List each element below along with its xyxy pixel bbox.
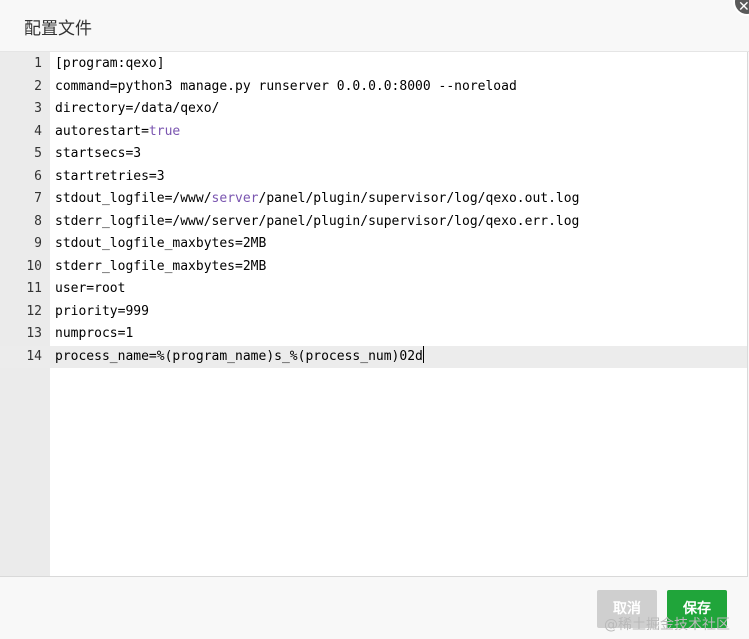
line-number: 10 [26,258,42,274]
code-line-8[interactable]: 8 stderr_logfile=/www/server/panel/plugi… [0,211,747,233]
line-number: 7 [34,191,42,206]
line-text: user=root [55,281,126,296]
code-line-13[interactable]: 13 numprocs=1 [0,323,747,345]
code-line-9[interactable]: 9 stdout_logfile_maxbytes=2MB [0,233,747,255]
code-segment: /panel/plugin/supervisor/log/qexo.out.lo… [258,191,580,206]
line-text: startretries=3 [55,168,165,184]
config-file-dialog: 配置文件 1 [program:qexo] 2 command=python3 … [0,0,749,639]
code-segment: process_name=%(program_name)s_%(process_… [55,349,423,364]
line-text: process_name=%(program_name)s_%(process_… [55,346,424,368]
close-icon: ✕ [738,0,749,14]
line-number: 2 [34,78,42,94]
code-line-2[interactable]: 2 command=python3 manage.py runserver 0.… [0,76,747,98]
line-number: 5 [34,146,42,161]
dialog-title: 配置文件 [24,19,92,39]
line-number: 3 [34,101,42,116]
line-number: 9 [34,236,42,251]
line-number: 4 [34,123,42,139]
line-text: stderr_logfile=/www/server/panel/plugin/… [55,213,580,229]
keyword-token: server [211,191,259,206]
code-key: autorestart= [55,123,149,139]
line-number: 6 [34,168,42,184]
code-line-6[interactable]: 6 startretries=3 [0,166,747,188]
line-number: 13 [26,326,42,341]
code-editor[interactable]: 1 [program:qexo] 2 command=python3 manag… [0,52,748,577]
code-line-4[interactable]: 4 autorestart=true [0,121,747,143]
code-line-7[interactable]: 7 stdout_logfile=/www/server/panel/plugi… [0,188,747,210]
code-line-12[interactable]: 12 priority=999 [0,301,747,323]
line-text: stdout_logfile_maxbytes=2MB [55,236,267,251]
watermark-text: @稀土掘金技术社区 [604,617,730,633]
line-text: autorestart=true [55,121,180,143]
keyword-token: true [148,123,181,139]
code-line-10[interactable]: 10 stderr_logfile_maxbytes=2MB [0,256,747,278]
line-number: 14 [26,349,42,364]
dialog-titlebar: 配置文件 [0,0,749,52]
line-number: 8 [34,213,42,229]
code-line-5[interactable]: 5 startsecs=3 [0,143,747,165]
line-text: priority=999 [55,303,149,319]
line-text: numprocs=1 [55,326,134,341]
text-cursor [422,346,424,363]
code-line-3[interactable]: 3 directory=/data/qexo/ [0,98,747,120]
line-text: startsecs=3 [55,146,142,161]
code-segment: stdout_logfile=/www/ [55,191,212,206]
line-number: 11 [26,281,42,296]
line-text: command=python3 manage.py runserver 0.0.… [55,78,517,94]
line-text: directory=/data/qexo/ [55,101,220,116]
line-text: [program:qexo] [55,56,165,71]
code-line-1[interactable]: 1 [program:qexo] [0,53,747,75]
line-number: 1 [34,56,42,71]
code-line-14-active[interactable]: 14 process_name=%(program_name)s_%(proce… [0,346,747,368]
line-number: 12 [26,303,42,319]
line-text: stdout_logfile=/www/server/panel/plugin/… [55,188,579,210]
code-line-11[interactable]: 11 user=root [0,278,747,300]
line-text: stderr_logfile_maxbytes=2MB [55,258,267,274]
